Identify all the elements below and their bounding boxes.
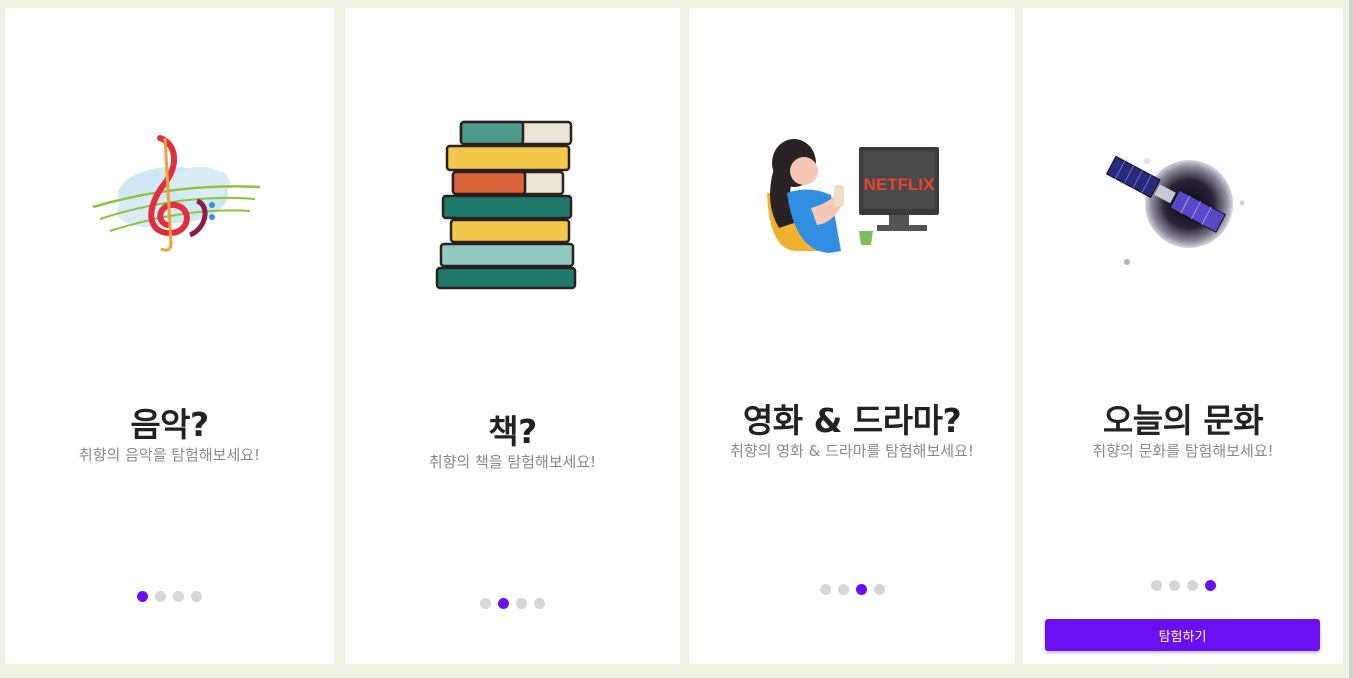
pagination-dot-1[interactable] bbox=[1150, 580, 1162, 591]
pagination-dot-1[interactable] bbox=[137, 591, 148, 602]
pagination-dot-4[interactable] bbox=[1204, 580, 1216, 591]
book-stack-illustration bbox=[435, 120, 577, 290]
pagination-dot-2[interactable] bbox=[498, 598, 509, 609]
pagination-dot-3[interactable] bbox=[855, 584, 867, 595]
onboarding-slide-culture: 오늘의 문화 취향의 문화를 탐험해보세요! 탐험하기 bbox=[1023, 8, 1343, 664]
onboarding-slide-movies: NETFLIX 영화 & 드라마? 취향의 영화 & 드라마를 탐험해보세요! bbox=[689, 8, 1015, 664]
pagination-dots bbox=[5, 591, 334, 602]
slide-title: 책? bbox=[488, 412, 537, 451]
pagination-dot-4[interactable] bbox=[534, 598, 545, 609]
slide-title: 영화 & 드라마? bbox=[742, 401, 962, 440]
onboarding-slide-books: 책? 취향의 책을 탐험해보세요! bbox=[345, 8, 680, 664]
pagination-dot-3[interactable] bbox=[173, 591, 184, 602]
vertical-scrollbar[interactable] bbox=[1349, 0, 1353, 678]
pagination-dot-1[interactable] bbox=[819, 584, 831, 595]
slide-subtitle: 취향의 문화를 탐험해보세요! bbox=[1092, 442, 1274, 460]
tv-watching-illustration: NETFLIX bbox=[767, 139, 939, 253]
slide-subtitle: 취향의 책을 탐험해보세요! bbox=[428, 453, 597, 471]
slide-subtitle: 취향의 영화 & 드라마를 탐험해보세요! bbox=[730, 442, 974, 460]
pagination-dot-4[interactable] bbox=[873, 584, 885, 595]
satellite-illustration bbox=[1105, 155, 1245, 265]
music-notes-illustration bbox=[92, 135, 261, 252]
pagination-dot-3[interactable] bbox=[1186, 580, 1198, 591]
pagination-dot-4[interactable] bbox=[191, 591, 202, 602]
slide-subtitle: 취향의 음악을 탐험해보세요! bbox=[78, 446, 261, 464]
pagination-dots bbox=[1023, 580, 1343, 591]
pagination-dot-2[interactable] bbox=[837, 584, 849, 595]
netflix-logo-text: NETFLIX bbox=[864, 175, 935, 194]
slide-title: 음악? bbox=[130, 405, 209, 444]
pagination-dots bbox=[689, 584, 1015, 595]
pagination-dot-1[interactable] bbox=[480, 598, 491, 609]
onboarding-slide-music: 음악? 취향의 음악을 탐험해보세요! bbox=[5, 8, 334, 664]
pagination-dot-2[interactable] bbox=[1168, 580, 1180, 591]
pagination-dots bbox=[345, 598, 680, 609]
pagination-dot-2[interactable] bbox=[155, 591, 166, 602]
slide-title: 오늘의 문화 bbox=[1102, 401, 1264, 440]
explore-button[interactable]: 탐험하기 bbox=[1045, 619, 1320, 651]
pagination-dot-3[interactable] bbox=[516, 598, 527, 609]
